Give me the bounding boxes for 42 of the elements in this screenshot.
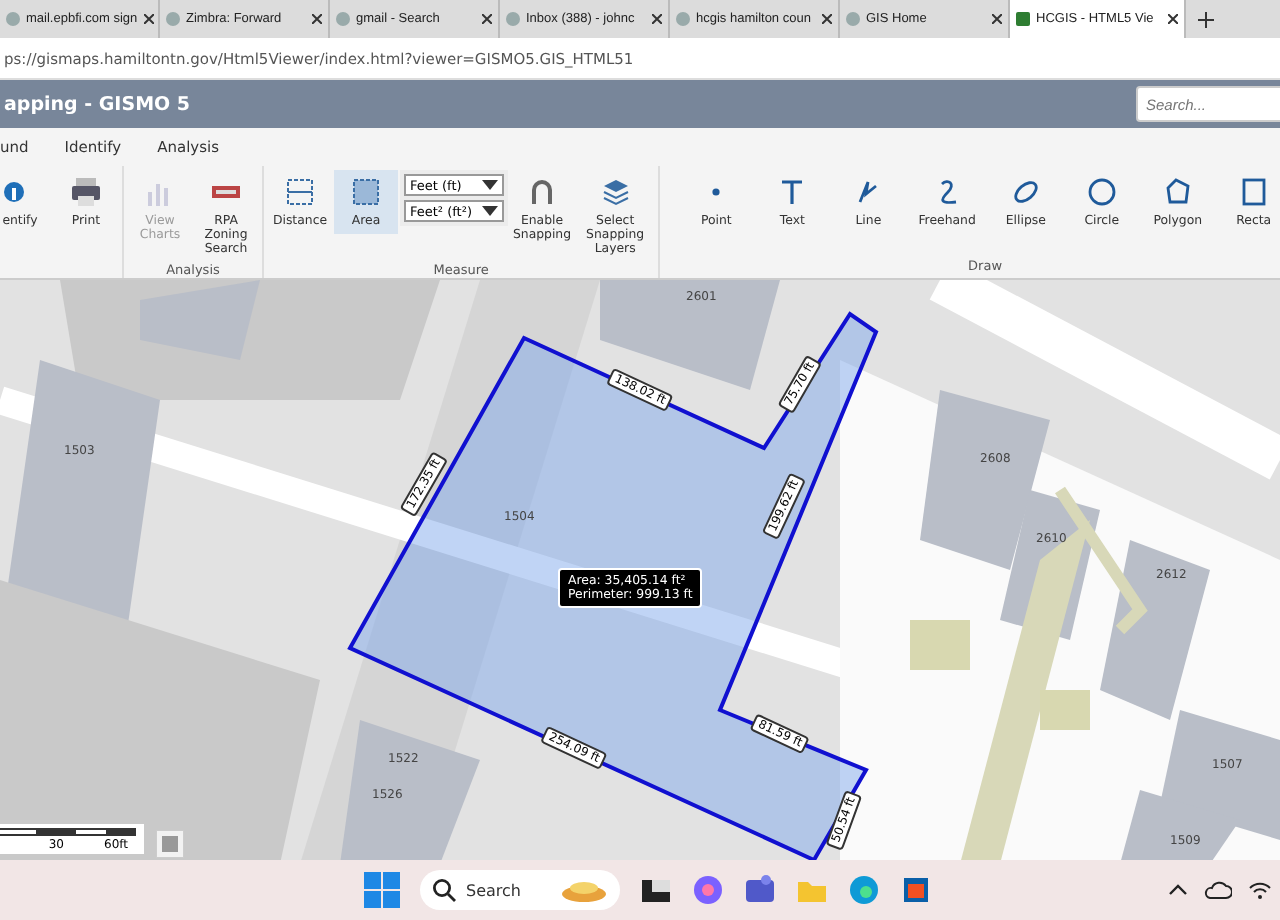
wifi-icon[interactable] — [1248, 880, 1272, 900]
teams-icon[interactable] — [744, 874, 776, 906]
ruler-box-icon — [284, 176, 316, 208]
new-tab-icon[interactable] — [1198, 11, 1214, 27]
favicon-icon — [1016, 12, 1030, 26]
close-icon[interactable] — [992, 14, 1002, 24]
rectangle-icon — [1237, 176, 1270, 208]
favicon-icon — [6, 12, 20, 26]
browser-icon[interactable] — [848, 874, 880, 906]
favicon-icon — [846, 12, 860, 26]
close-icon[interactable] — [312, 14, 322, 24]
app-title: apping - GISMO 5 — [4, 93, 191, 115]
layers-icon — [599, 176, 632, 208]
close-icon[interactable] — [652, 14, 662, 24]
windows-start-icon[interactable] — [364, 872, 400, 908]
printer-icon — [70, 176, 102, 208]
polygon-icon — [1161, 176, 1194, 208]
shed — [910, 620, 970, 670]
close-icon[interactable] — [143, 14, 154, 24]
taskbar-search-field[interactable]: Search — [420, 870, 620, 910]
favicon-icon — [676, 12, 690, 26]
point-icon — [712, 188, 721, 196]
favicon-icon — [506, 12, 520, 26]
chevron-up-icon[interactable] — [1168, 884, 1188, 896]
overview-map-icon[interactable] — [156, 830, 184, 858]
store-icon[interactable] — [900, 874, 932, 906]
magnet-icon — [526, 176, 558, 208]
cloud-icon[interactable] — [1204, 880, 1232, 900]
favicon-icon — [166, 12, 180, 26]
shed — [1040, 690, 1090, 730]
scale-ruler-icon — [0, 828, 136, 838]
circle-icon — [1085, 176, 1118, 208]
area-box-icon — [350, 176, 382, 208]
close-icon[interactable] — [1168, 14, 1178, 24]
search-icon — [432, 878, 456, 902]
food-bowl-icon — [560, 876, 608, 904]
close-icon[interactable] — [482, 14, 492, 24]
ellipse-icon — [1009, 176, 1042, 208]
favicon-icon — [336, 12, 350, 26]
app-icon[interactable] — [692, 874, 724, 906]
close-icon[interactable] — [822, 14, 832, 24]
window-icon[interactable] — [640, 874, 672, 906]
